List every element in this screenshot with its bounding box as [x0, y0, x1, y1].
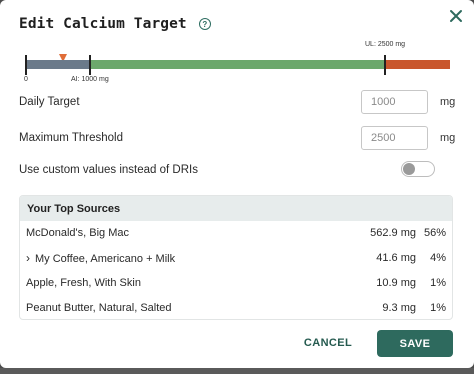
chevron-right-icon[interactable]: › [26, 251, 30, 265]
source-row-expandable[interactable]: › My Coffee, Americano + Milk 41.6 mg 4% [20, 246, 452, 270]
help-icon[interactable]: ? [198, 18, 211, 30]
source-name: McDonald's, Big Mac [26, 227, 129, 239]
daily-target-unit: mg [440, 96, 456, 108]
target-range-bar: UL: 2500 mg 0 AI: 1000 mg [24, 40, 450, 88]
daily-target-input[interactable] [361, 90, 428, 114]
source-name: Peanut Butter, Natural, Salted [26, 302, 172, 314]
zero-tick [25, 55, 27, 75]
cancel-button[interactable]: CANCEL [296, 331, 360, 355]
close-icon[interactable] [448, 8, 464, 24]
below-ai-segment [26, 60, 90, 69]
over-ul-segment [386, 60, 450, 69]
source-percent: 56% [423, 227, 446, 239]
source-name: Apple, Fresh, With Skin [26, 277, 141, 289]
source-row: Apple, Fresh, With Skin 10.9 mg 1% [20, 271, 452, 295]
max-threshold-input[interactable] [361, 126, 428, 150]
source-percent: 4% [430, 252, 446, 264]
source-percent: 1% [430, 277, 446, 289]
custom-values-label: Use custom values instead of DRIs [19, 164, 198, 176]
top-sources-header: Your Top Sources [20, 196, 452, 221]
backdrop [0, 368, 474, 374]
dialog-title: Edit Calcium Target [19, 16, 187, 32]
ai-label: AI: 1000 mg [71, 76, 109, 83]
source-amount: 10.9 mg [376, 277, 416, 289]
toggle-knob [403, 163, 415, 175]
source-row: Peanut Butter, Natural, Salted 9.3 mg 1% [20, 296, 452, 319]
edit-target-dialog: Edit Calcium Target ? UL: 2500 mg 0 AI: … [0, 0, 474, 368]
ul-tick [384, 55, 386, 75]
zero-label: 0 [24, 76, 28, 83]
max-threshold-label: Maximum Threshold [19, 132, 123, 144]
source-name-text: My Coffee, Americano + Milk [35, 253, 176, 265]
source-amount: 41.6 mg [376, 252, 416, 264]
custom-values-toggle[interactable] [401, 161, 435, 177]
top-sources-panel: Your Top Sources McDonald's, Big Mac 562… [19, 195, 453, 320]
source-amount: 562.9 mg [370, 227, 416, 239]
ai-tick [89, 55, 91, 75]
source-amount: 9.3 mg [382, 302, 416, 314]
max-threshold-unit: mg [440, 132, 456, 144]
target-segment [90, 60, 386, 69]
daily-target-label: Daily Target [19, 96, 80, 108]
ul-label: UL: 2500 mg [365, 41, 406, 48]
save-button[interactable]: SAVE [377, 330, 453, 357]
source-name: › My Coffee, Americano + Milk [26, 251, 175, 265]
dialog-header: Edit Calcium Target ? [19, 14, 211, 34]
source-row: McDonald's, Big Mac 562.9 mg 56% [20, 221, 452, 245]
source-percent: 1% [430, 302, 446, 314]
